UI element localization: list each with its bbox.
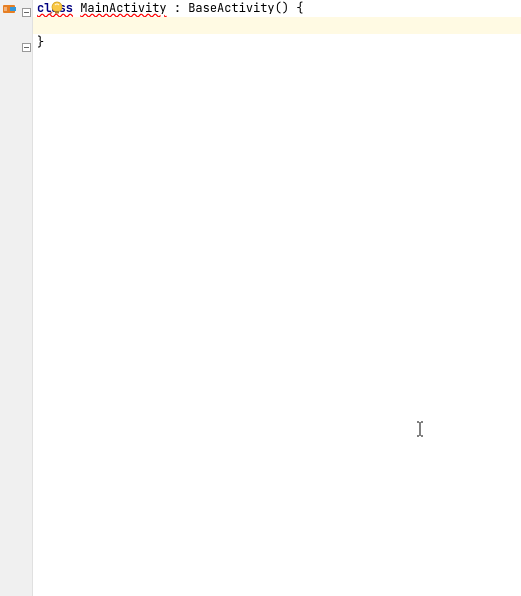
kotlin-file-icon [3,2,17,12]
intention-bulb-icon[interactable] [49,1,65,15]
class-name: MainActivity [80,0,166,16]
code-line-active[interactable] [33,17,521,34]
open-brace: { [289,0,303,16]
editor-gutter [0,0,33,596]
code-line[interactable]: } [33,34,521,51]
code-text-area[interactable]: class MainActivity : BaseActivity() { } [33,0,521,596]
code-line[interactable]: class MainActivity : BaseActivity() { [33,0,521,17]
fold-toggle-icon[interactable] [22,40,31,49]
sep: : [167,0,189,16]
parens: () [275,0,289,16]
fold-toggle-icon[interactable] [22,5,31,14]
base-class: BaseActivity [188,0,274,16]
code-editor[interactable]: class MainActivity : BaseActivity() { } [0,0,521,596]
text-cursor-icon [416,421,424,437]
